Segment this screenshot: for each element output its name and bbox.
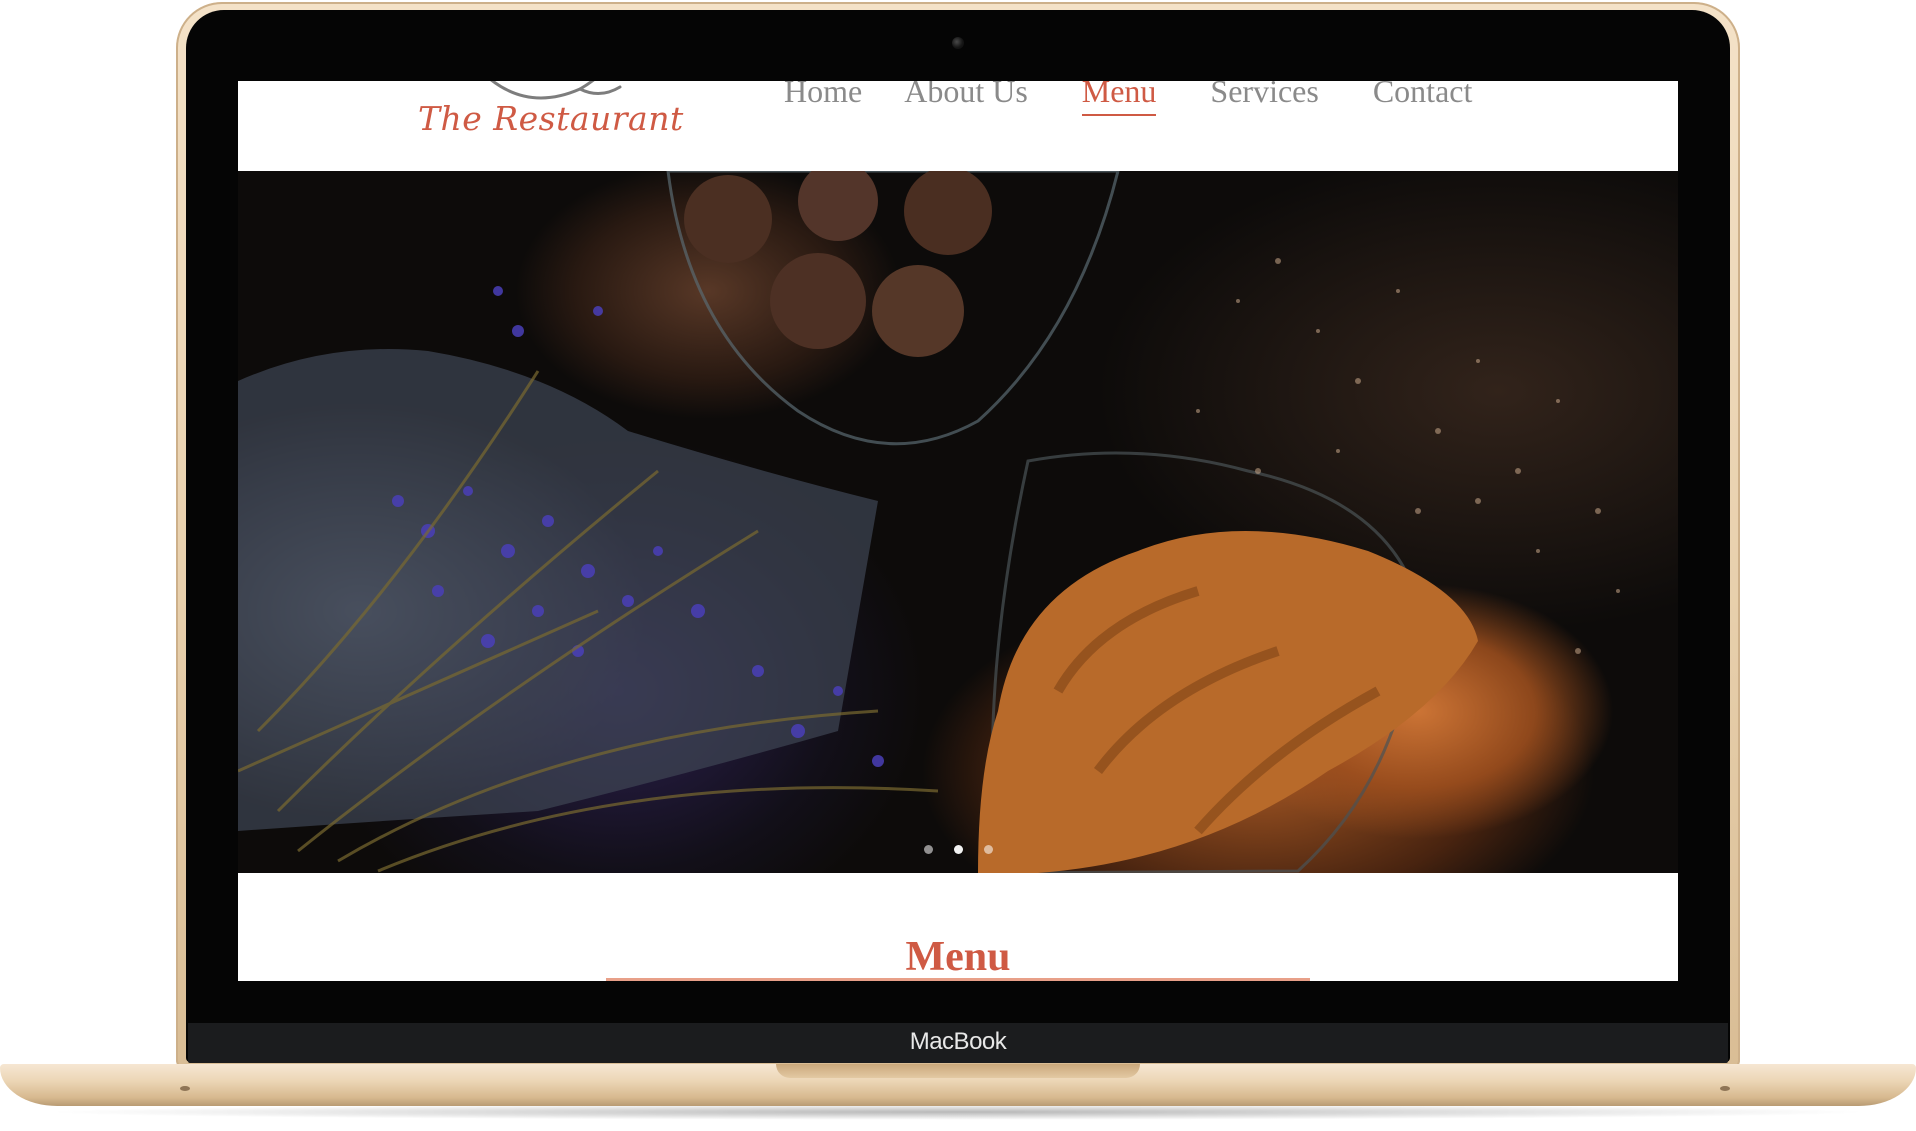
truffle [770, 253, 866, 349]
truffle [798, 171, 878, 241]
nav-home[interactable]: Home [784, 81, 862, 110]
device-mockup: The Restaurant Home About Us Menu Servic… [0, 0, 1916, 1131]
truffle [872, 265, 964, 357]
logo-text: The Restaurant [418, 99, 684, 138]
carousel-dot-2[interactable] [954, 845, 963, 854]
nav-services[interactable]: Services [1210, 81, 1318, 110]
nav-about-us[interactable]: About Us [904, 81, 1028, 110]
nav-menu[interactable]: Menu [1081, 81, 1156, 116]
site-header: The Restaurant Home About Us Menu Servic… [238, 81, 1678, 171]
laptop-foot [180, 1086, 190, 1091]
laptop-hinge-notch [776, 1064, 1140, 1078]
section-title: Menu [905, 934, 1011, 980]
croissant [978, 531, 1478, 873]
truffle [684, 175, 772, 263]
nav-contact[interactable]: Contact [1373, 81, 1473, 110]
device-brand-label: MacBook [909, 1028, 1007, 1055]
section-divider [606, 978, 1310, 981]
laptop-foot [1720, 1086, 1730, 1091]
carousel-dot-3[interactable] [984, 845, 993, 854]
hero-carousel [238, 171, 1678, 873]
main-nav: Home About Us Menu Services Contact [784, 81, 1514, 116]
carousel-dots [924, 845, 1014, 854]
truffle [904, 171, 992, 255]
website-screen: The Restaurant Home About Us Menu Servic… [238, 81, 1678, 981]
carousel-dot-1[interactable] [924, 845, 933, 854]
site-logo[interactable]: The Restaurant [418, 81, 698, 171]
cloth-shape [238, 349, 878, 831]
hero-image [238, 171, 1620, 873]
camera-icon [952, 37, 964, 49]
device-shadow [40, 1104, 1876, 1120]
